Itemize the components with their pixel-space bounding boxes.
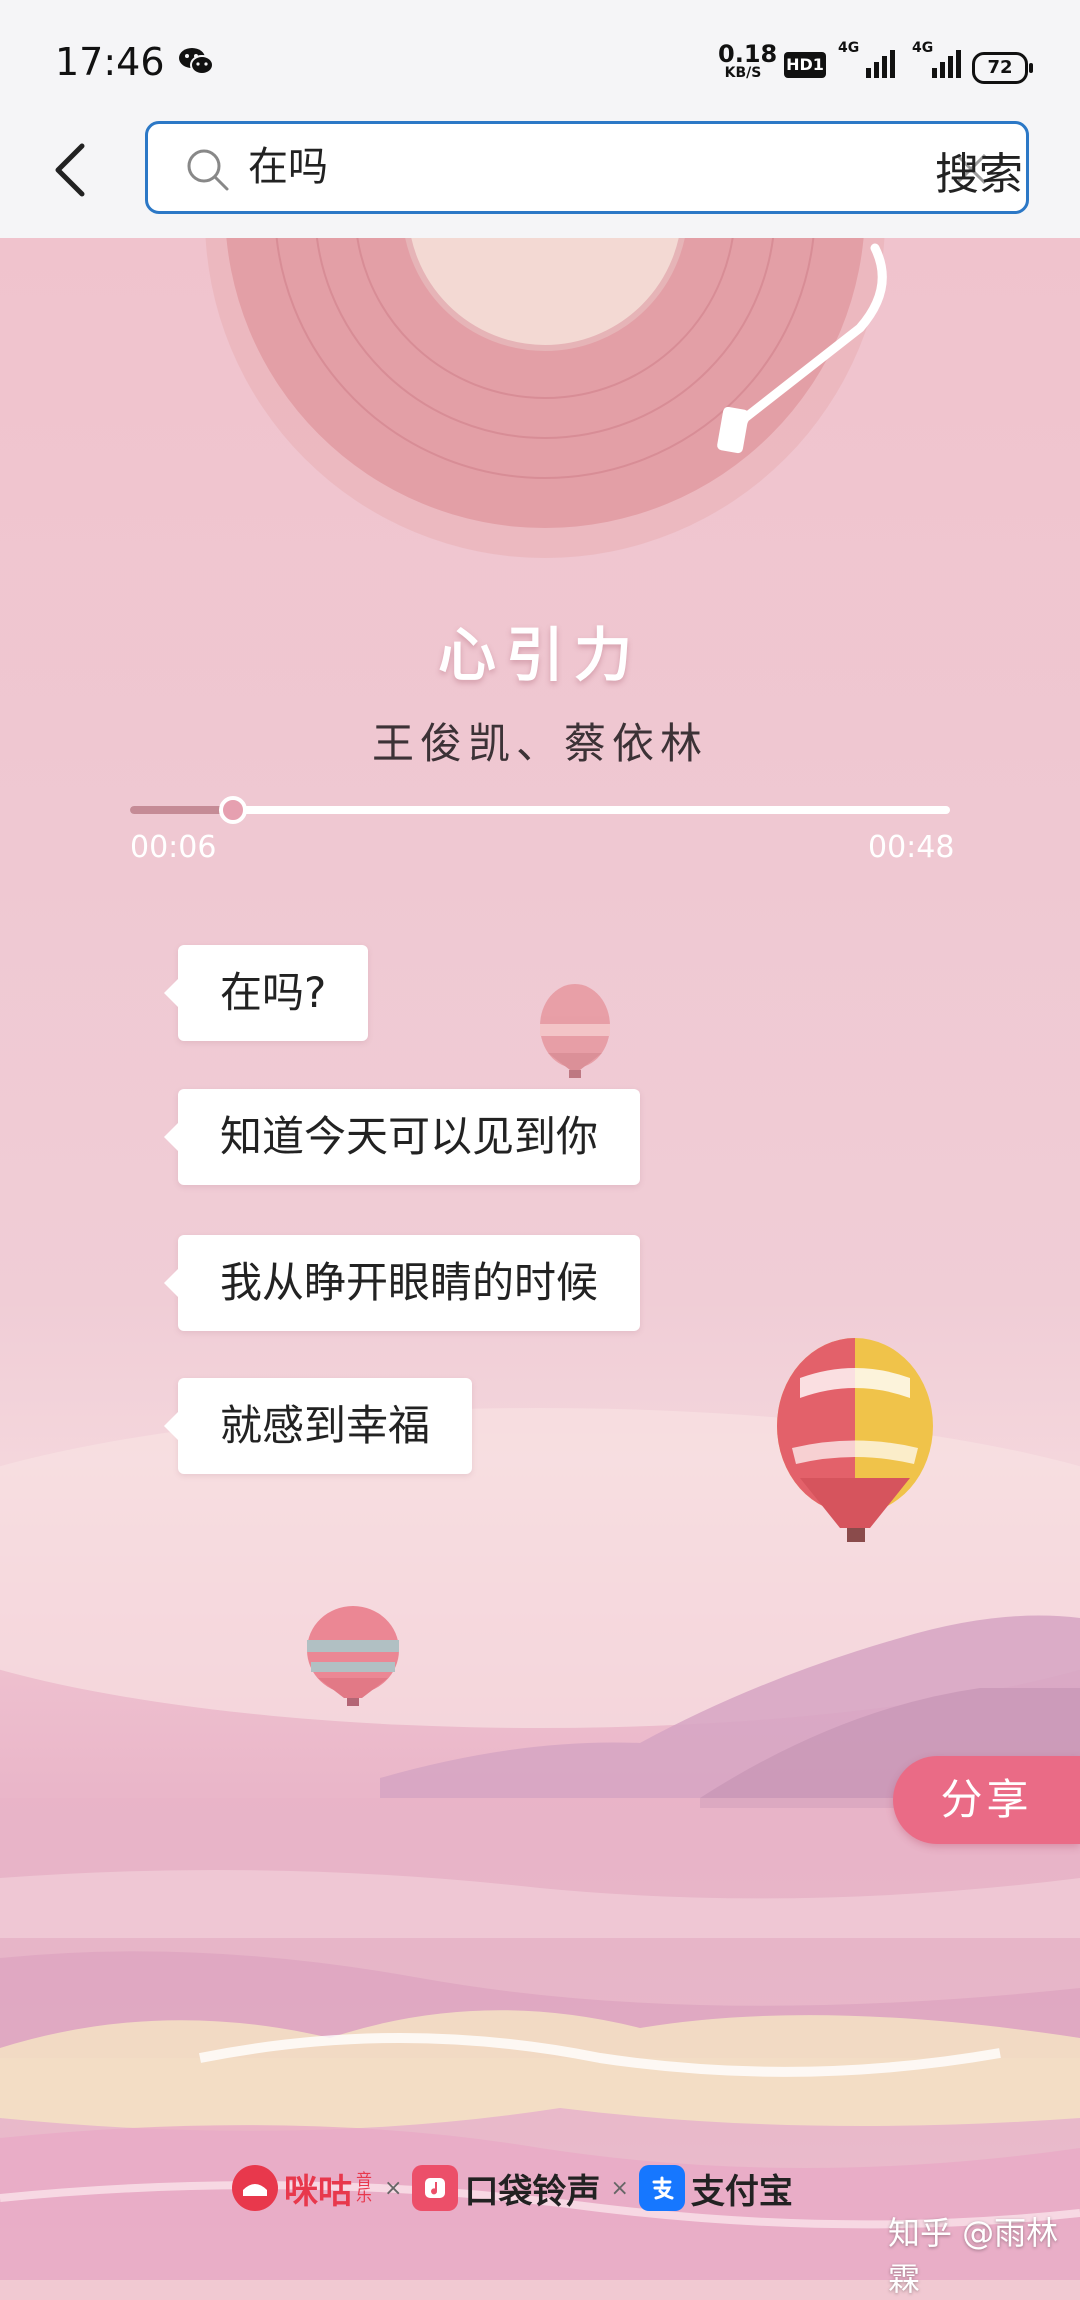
alipay-icon — [638, 2165, 685, 2211]
balloon-small — [540, 984, 610, 1078]
logo-separator: × — [384, 2175, 403, 2201]
watermark: 知乎 @雨林霖 — [888, 2214, 1059, 2298]
back-arrow-icon[interactable] — [50, 140, 90, 200]
alipay-text: 支付宝 — [690, 2171, 793, 2212]
koudai-logo: 口袋铃声 — [412, 2164, 600, 2213]
lyric-bubble: 我从睁开眼睛的时候 — [163, 1235, 641, 1331]
migu-subtext: 音乐 — [356, 2170, 373, 2205]
artist-name: 王俊凯、蔡依林 — [371, 719, 708, 768]
net-speed-value: 0.18 — [718, 40, 778, 68]
lyric-bubble: 在吗? — [163, 945, 369, 1041]
share-button[interactable]: 分享 — [893, 1756, 1080, 1844]
search-box[interactable] — [145, 121, 1029, 214]
alipay-logo: 支付宝 — [638, 2164, 793, 2213]
net-speed: 0.18 KB/S — [718, 40, 778, 81]
partner-logos: 咪咕 音乐 × 口袋铃声 × 支付宝 — [232, 2160, 793, 2216]
music-card-background: 心引力 王俊凯、蔡依林 00:06 00:48 在吗? 知道今天可以见到你 我从… — [0, 238, 1080, 2280]
net-speed-unit: KB/S — [724, 65, 762, 81]
search-button[interactable]: 搜索 — [935, 138, 1023, 202]
search-input[interactable] — [248, 124, 868, 211]
progress-bar[interactable] — [130, 796, 950, 824]
signal-bars-icon — [866, 50, 895, 78]
hd-voice-badge: HD1 — [784, 52, 826, 78]
progress-thumb[interactable] — [218, 796, 247, 824]
search-icon — [187, 149, 229, 191]
signal-bars-icon — [932, 50, 961, 78]
wechat-icon — [179, 48, 214, 75]
lyric-bubble: 知道今天可以见到你 — [163, 1089, 641, 1185]
music-note-icon — [412, 2165, 459, 2211]
lyric-bubble: 就感到幸福 — [163, 1378, 473, 1474]
migu-logo: 咪咕 音乐 — [232, 2164, 374, 2213]
battery-indicator: 72 — [972, 52, 1033, 84]
migu-text: 咪咕 — [284, 2171, 352, 2212]
song-title: 心引力 — [437, 621, 642, 689]
progress-fill — [130, 806, 233, 814]
status-time: 17:46 — [55, 40, 165, 84]
current-time: 00:06 — [130, 830, 217, 865]
total-time: 00:48 — [868, 830, 955, 865]
logo-separator: × — [610, 2175, 629, 2201]
status-bar: 17:46 0.18 KB/S HD1 4G 4G 72 — [0, 0, 1080, 120]
koudai-text: 口袋铃声 — [464, 2171, 601, 2212]
migu-icon — [232, 2165, 278, 2211]
